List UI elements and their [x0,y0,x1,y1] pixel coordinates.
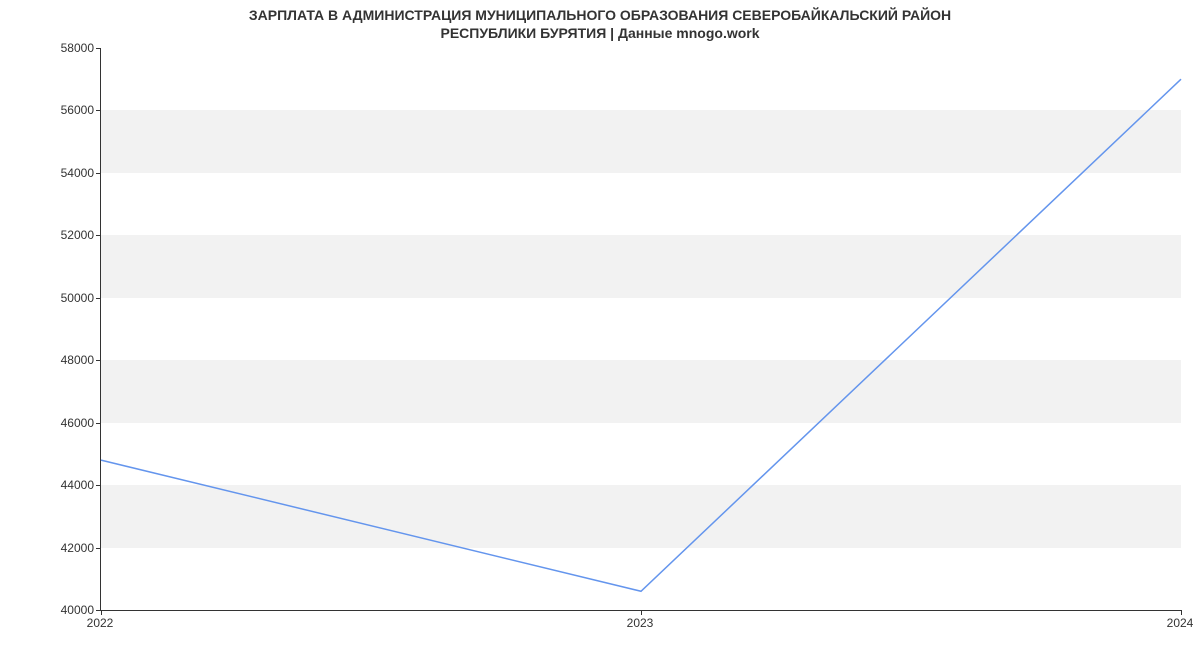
chart-title: ЗАРПЛАТА В АДМИНИСТРАЦИЯ МУНИЦИПАЛЬНОГО … [0,0,1200,42]
line-layer [101,48,1181,610]
y-tick-label: 52000 [34,228,94,242]
x-tick [641,610,642,615]
y-tick-label: 42000 [34,541,94,555]
data-series-line [101,79,1181,591]
plot-area [100,48,1181,611]
y-tick-label: 44000 [34,478,94,492]
y-tick [96,298,101,299]
y-tick-label: 40000 [34,603,94,617]
chart-title-line2: РЕСПУБЛИКИ БУРЯТИЯ | Данные mnogo.work [440,25,759,41]
y-tick-label: 46000 [34,416,94,430]
x-tick [101,610,102,615]
y-tick [96,548,101,549]
y-tick-label: 58000 [34,41,94,55]
chart-container: ЗАРПЛАТА В АДМИНИСТРАЦИЯ МУНИЦИПАЛЬНОГО … [0,0,1200,650]
x-tick-label: 2022 [87,616,114,630]
y-tick [96,173,101,174]
x-tick-label: 2024 [1167,616,1194,630]
chart-title-line1: ЗАРПЛАТА В АДМИНИСТРАЦИЯ МУНИЦИПАЛЬНОГО … [249,7,951,23]
y-tick [96,110,101,111]
y-tick-label: 50000 [34,291,94,305]
x-tick [1181,610,1182,615]
y-tick-label: 56000 [34,103,94,117]
y-tick [96,48,101,49]
y-tick [96,485,101,486]
x-tick-label: 2023 [627,616,654,630]
y-tick [96,423,101,424]
y-tick-label: 54000 [34,166,94,180]
y-tick [96,360,101,361]
y-tick-label: 48000 [34,353,94,367]
y-tick [96,235,101,236]
